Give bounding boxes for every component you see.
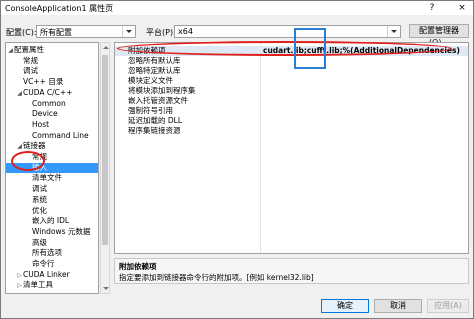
property-row[interactable]: 忽略特定默认库 [115,66,468,76]
tree-item-label: Host [32,119,50,129]
properties-dialog: ConsoleApplication1 属性页 ? × 配置(C): 所有配置 … [0,0,474,319]
tree-item-label: Command Line [32,130,89,140]
tree-item-label: CUDA C/C++ [23,87,73,97]
platform-select-value: x64 [178,27,193,36]
tree-item-label: 清单文件 [32,173,62,183]
property-name: 延迟加载的 DLL [128,116,183,125]
tree-item[interactable]: 调试 [6,184,98,194]
property-name: 程序集链接资源 [128,126,181,135]
property-row[interactable]: 延迟加载的 DLL [115,116,468,126]
property-row[interactable]: 将模块添加到程序集 [115,86,468,96]
property-name: 忽略所有默认库 [128,56,181,65]
tree-item-label: 常规 [23,55,38,65]
config-select[interactable]: 所有配置 [36,25,136,38]
tree-item-label: Common [32,98,66,108]
ok-button[interactable]: 确定 [321,299,369,313]
chevron-down-icon [387,26,400,37]
tree-item-label: 高级 [32,237,47,247]
tree-item[interactable]: 命令行 [6,259,98,269]
window-title: ConsoleApplication1 属性页 [5,4,114,13]
config-select-value: 所有配置 [40,28,72,37]
tree-item[interactable]: ◢配置属性 [6,45,98,56]
tree-item-label: CUDA Linker [23,269,70,279]
help-button[interactable]: ? [423,1,441,15]
chevron-down-icon [122,26,135,37]
expanded-icon[interactable]: ◢ [16,89,23,99]
tree-item-label: Windows 元数据 [32,226,91,236]
config-label: 配置(C): [6,28,37,37]
config-manager-button[interactable]: 配置管理器(O)... [409,24,469,47]
property-name: 嵌入托管资源文件 [128,96,188,105]
tree-item[interactable]: 所有选项 [6,248,98,258]
tree-item-label: 调试 [23,66,38,76]
property-name: 强制符号引用 [128,106,173,115]
tree-item[interactable]: 高级 [6,237,98,248]
property-name: 模块定义文件 [128,76,173,85]
tree-item-label: 嵌入的 IDL [32,216,70,226]
platform-select[interactable]: x64 [174,25,401,38]
tree-item[interactable]: VC++ 目录 [6,77,98,87]
expanded-icon[interactable]: ◢ [7,46,14,56]
tree-item-label: 配置属性 [14,45,44,54]
tree-item[interactable]: Common [6,98,98,109]
tree-item-label: 优化 [32,205,47,215]
tree-item[interactable]: ▷清单工具 [6,280,98,291]
scroll-down-icon[interactable] [103,287,109,290]
collapsed-icon[interactable]: ▷ [16,271,23,281]
property-name: 将模块添加到程序集 [128,86,196,95]
description-text: 指定要添加到链接器命令行的附加项。[例如 kernel32.lib] [119,273,314,282]
tree-item[interactable]: 常规 [6,55,98,66]
annotation-blue-rect [294,28,326,69]
collapsed-icon[interactable]: ▷ [16,281,23,291]
tree-item[interactable]: 嵌入的 IDL [6,216,98,226]
platform-label: 平台(P): [146,28,176,37]
property-row[interactable]: 强制符号引用 [115,106,468,116]
tree-item-label: 命令行 [32,259,55,268]
annotation-red-oval [117,41,452,56]
apply-button[interactable]: 应用(A) [427,299,469,313]
tree-item[interactable]: Host [6,119,98,130]
cancel-button[interactable]: 取消 [374,299,422,313]
annotation-red-oval-input [11,151,45,171]
property-row[interactable]: 程序集链接资源 [115,126,468,136]
scroll-up-icon[interactable] [103,46,109,49]
tree-item[interactable]: ▷CUDA Linker [6,269,98,281]
tree-item-label: 清单工具 [23,280,53,290]
tree-item[interactable]: ◢链接器 [6,141,98,151]
tree-item[interactable]: ◢CUDA C/C++ [6,87,98,99]
property-row[interactable]: 忽略所有默认库 [115,56,468,66]
close-button[interactable]: × [453,1,471,15]
tree-item-label: 所有选项 [32,248,62,258]
property-name: 忽略特定默认库 [128,66,181,75]
description-title: 附加依赖项 [119,262,157,271]
tree-item[interactable]: 系统 [6,194,98,205]
tree-item[interactable]: 调试 [6,66,98,76]
tree-item[interactable]: Device [6,109,98,119]
title-bar: ConsoleApplication1 属性页 ? × [1,1,473,15]
tree-item[interactable]: 优化 [6,205,98,216]
tree-scrollbar[interactable] [100,42,110,294]
tree-item-label: Device [32,109,58,119]
description-panel: 附加依赖项 指定要添加到链接器命令行的附加项。[例如 kernel32.lib] [114,258,469,284]
tree-item-label: VC++ 目录 [23,77,64,87]
scroll-thumb[interactable] [102,55,108,245]
tree-item[interactable]: Windows 元数据 [6,226,98,237]
property-grid: 附加依赖项 cudart.lib;cufft.lib;%(AdditionalDe… [114,42,469,254]
property-row[interactable]: 模块定义文件 [115,76,468,86]
tree-item-label: 调试 [32,184,47,194]
tree-item[interactable]: Command Line [6,130,98,141]
tree-item[interactable]: 清单文件 [6,173,98,183]
property-row[interactable]: 嵌入托管资源文件 [115,96,468,106]
tree-item-label: 链接器 [23,141,46,151]
tree-item-label: 系统 [32,194,47,204]
